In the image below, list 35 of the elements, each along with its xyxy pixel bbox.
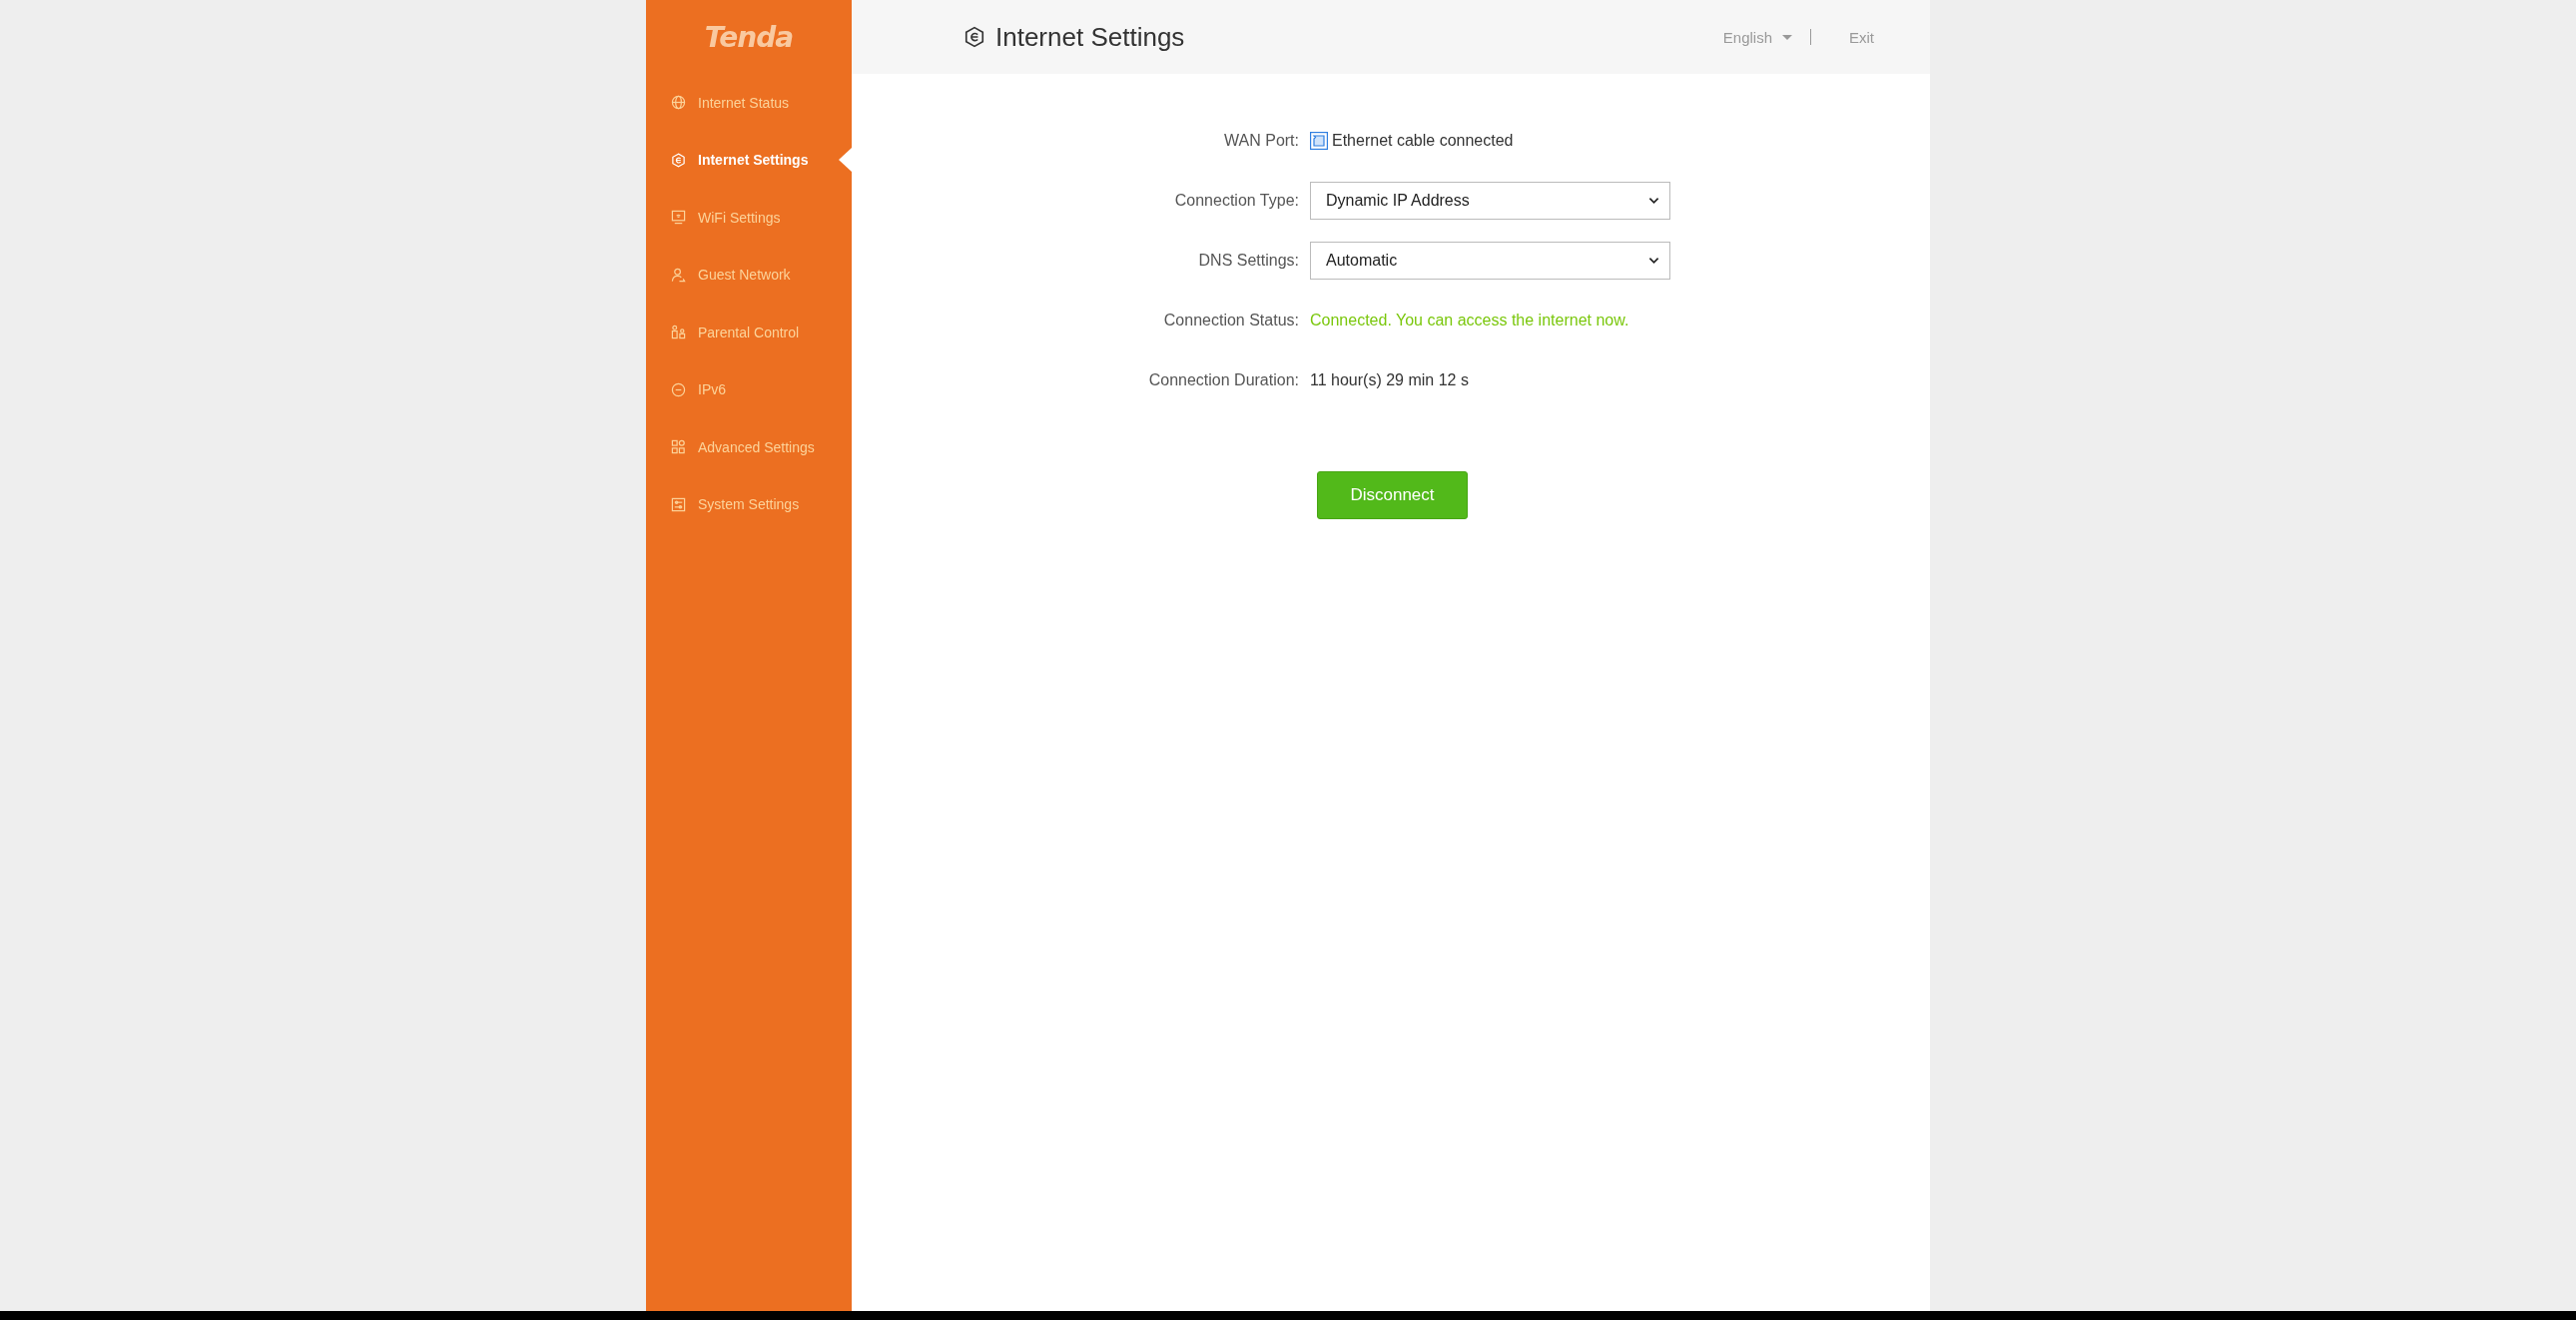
field-label: Connection Status: [1162,312,1299,330]
disconnect-button[interactable]: Disconnect [1317,471,1468,519]
monitor-icon [671,210,686,226]
hexagon-icon [671,152,686,168]
sliders-icon [671,496,686,512]
people-icon [671,325,686,340]
hexagon-icon [964,26,985,48]
chevron-icon [1648,257,1659,265]
circle-icon [671,381,686,397]
sidebar-item[interactable]: WiFi Settings [646,189,852,247]
ethernet-port-icon [1310,132,1328,150]
dropdown-field[interactable]: Dynamic IP Address [1310,182,1670,220]
sidebar-item[interactable]: Parental Control [646,304,852,361]
sidebar-item[interactable]: IPv6 [646,360,852,418]
sidebar-item[interactable]: System Settings [646,475,852,533]
connection-status-text: Connected. You can access the internet now. [1310,312,1630,330]
caret-icon [1782,34,1792,40]
duration-text: 11 hour(s) 29 min 12 s [1310,371,1470,389]
sidebar-item[interactable]: Internet Status [646,74,852,132]
sidebar-item[interactable]: Guest Network [646,246,852,304]
language-dropdown[interactable]: English [1722,28,1792,46]
globe-icon [671,95,686,111]
person-icon [671,267,686,283]
dropdown-field[interactable]: Automatic [1310,242,1670,280]
field-label: DNS Settings: [1197,252,1299,270]
page-title: Internet Settings [995,21,1185,53]
field-label: WAN Port: [1223,132,1299,150]
port-status-text: Ethernet cable connected [1332,132,1514,150]
logo: Tenda [703,19,795,56]
chevron-icon [1648,197,1659,205]
field-label: Connection Type: [1173,192,1299,210]
exit-link[interactable]: Exit [1849,28,1874,46]
field-label: Connection Duration: [1147,371,1299,389]
sidebar-item[interactable]: Advanced Settings [646,418,852,476]
grid-icon [671,439,686,455]
